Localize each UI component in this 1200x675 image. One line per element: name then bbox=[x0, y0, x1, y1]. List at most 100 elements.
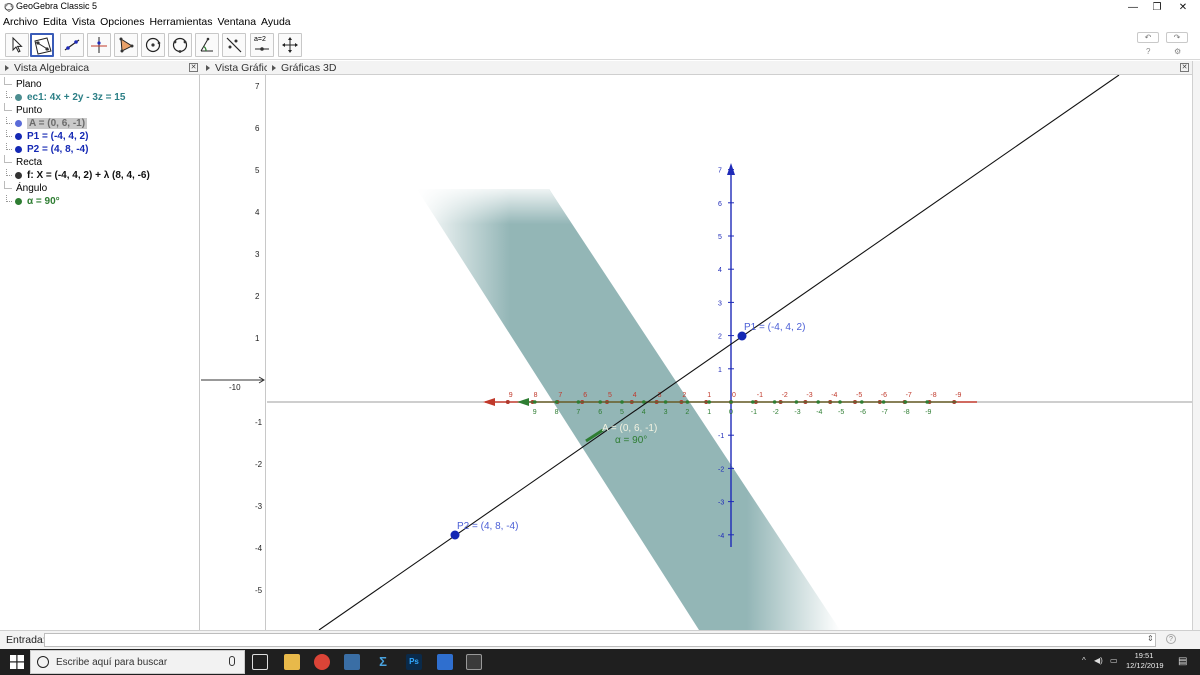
x-axis-tick-label: -5 bbox=[856, 392, 862, 399]
undo-icon[interactable]: ↶ bbox=[1137, 32, 1159, 43]
network-icon[interactable]: ▭ bbox=[1110, 656, 1118, 665]
windows-taskbar: Escribe aquí para buscar Σ Ps ^ ◀) ▭ 19:… bbox=[0, 649, 1200, 675]
category-recta[interactable]: Recta bbox=[4, 154, 42, 169]
y-axis-tick-dot bbox=[794, 400, 799, 404]
settings-gear-icon[interactable]: ⚙ bbox=[1174, 47, 1181, 56]
microphone-icon[interactable] bbox=[229, 656, 235, 666]
graphics-3d-header[interactable]: Gráficas 3D ✕ bbox=[267, 61, 1192, 75]
menu-herramientas[interactable]: Herramientas bbox=[149, 16, 212, 28]
y-axis-tick-dot bbox=[729, 400, 733, 404]
move-view-tool-button[interactable] bbox=[278, 33, 302, 57]
visibility-dot-icon[interactable] bbox=[15, 94, 22, 101]
volume-icon[interactable]: ◀) bbox=[1094, 656, 1103, 665]
close-view-icon[interactable]: ✕ bbox=[1180, 63, 1189, 72]
line-through-points-icon bbox=[64, 39, 80, 51]
algebra-item-angle[interactable]: α = 90° bbox=[6, 195, 60, 208]
input-history-icon[interactable]: ⇕ bbox=[1147, 634, 1154, 643]
z-axis-tick-label: 7 bbox=[718, 168, 722, 175]
perpendicular-line-icon bbox=[91, 37, 107, 53]
algebra-view-header[interactable]: Vista Algebraica ✕ bbox=[0, 61, 201, 75]
menu-ayuda[interactable]: Ayuda bbox=[261, 16, 291, 28]
angle-tool-button[interactable] bbox=[195, 33, 219, 57]
visibility-dot-icon[interactable] bbox=[15, 198, 22, 205]
menu-archivo[interactable]: Archivo bbox=[3, 16, 38, 28]
graphics-3d-title: Gráficas 3D bbox=[281, 61, 337, 74]
z-axis-tick-label: -1 bbox=[718, 433, 724, 440]
right-panel-strip[interactable] bbox=[1192, 61, 1200, 630]
close-window-icon[interactable]: ✕ bbox=[1166, 0, 1200, 14]
y-axis-tick-dot bbox=[598, 400, 602, 404]
menu-opciones[interactable]: Opciones bbox=[100, 16, 144, 28]
reflect-tool-button[interactable] bbox=[222, 33, 246, 57]
photoshop-icon[interactable]: Ps bbox=[406, 654, 422, 670]
y-axis-tick-label: -4 bbox=[816, 409, 822, 416]
y-axis-tick-label: 4 bbox=[255, 208, 260, 217]
graphics-3d-canvas[interactable]: 7 6 5 4 3 2 1 -1 -2 -3 -4 9 8 7 6 5 4 3 2 1 0 -1 -2 -3 -4 -5 -6 -7… bbox=[267, 75, 1192, 630]
redo-icon[interactable]: ↷ bbox=[1166, 32, 1188, 43]
geogebra-taskbar-icon[interactable] bbox=[466, 654, 482, 670]
clock-date: 12/12/2019 bbox=[1126, 661, 1164, 670]
algebra-item-point-p1[interactable]: P1 = (-4, 4, 2) bbox=[6, 130, 88, 143]
menu-edita[interactable]: Edita bbox=[43, 16, 67, 28]
visibility-dot-icon[interactable] bbox=[15, 133, 22, 140]
line-tool-button[interactable] bbox=[60, 33, 84, 57]
visibility-dot-icon[interactable] bbox=[15, 172, 22, 179]
point-p1-value: P1 = (-4, 4, 2) bbox=[27, 131, 89, 142]
file-explorer-icon[interactable] bbox=[284, 654, 300, 670]
y-axis-tick-label: 2 bbox=[685, 409, 689, 416]
algebra-item-plane[interactable]: ec1: 4x + 2y - 3z = 15 bbox=[6, 91, 125, 104]
cursor-arrow-icon bbox=[12, 36, 23, 53]
close-view-icon[interactable]: ✕ bbox=[189, 63, 198, 72]
app-sigma-icon[interactable]: Σ bbox=[375, 654, 391, 670]
polygon-tool-button[interactable] bbox=[114, 33, 138, 57]
point-p2-value: P2 = (4, 8, -4) bbox=[27, 144, 89, 155]
plane-tool-button[interactable] bbox=[30, 33, 54, 57]
help-icon[interactable]: ? bbox=[1146, 47, 1150, 56]
taskbar-clock[interactable]: 19:51 12/12/2019 bbox=[1126, 651, 1164, 671]
graphics-view-header[interactable]: Vista Gráfic bbox=[201, 61, 267, 75]
app-blue-icon[interactable] bbox=[437, 654, 453, 670]
y-axis-tick-label: 4 bbox=[642, 409, 646, 416]
visibility-dot-icon[interactable] bbox=[15, 120, 22, 127]
input-help-icon[interactable]: ? bbox=[1166, 634, 1176, 644]
graphics-2d-canvas[interactable]: 7 6 5 4 3 2 1 -1 -2 -3 -4 -5 -10 bbox=[201, 75, 266, 630]
circle-tool-button[interactable] bbox=[141, 33, 165, 57]
collapse-triangle-icon bbox=[206, 64, 210, 71]
y-axis-tick-label: -6 bbox=[860, 409, 866, 416]
y-axis-tick-dot bbox=[925, 400, 929, 404]
x-axis-tick-label: 6 bbox=[583, 392, 587, 399]
category-angulo[interactable]: Ángulo bbox=[4, 180, 47, 195]
algebra-item-point-a[interactable]: A = (0, 6, -1) bbox=[6, 117, 88, 130]
input-field[interactable] bbox=[44, 633, 1156, 647]
x-axis-tick-label: -1 bbox=[757, 392, 763, 399]
algebra-item-point-p2[interactable]: P2 = (4, 8, -4) bbox=[6, 143, 88, 156]
menu-vista[interactable]: Vista bbox=[72, 16, 95, 28]
task-view-icon[interactable] bbox=[252, 654, 268, 670]
collapse-triangle-icon bbox=[5, 64, 9, 71]
menu-ventana[interactable]: Ventana bbox=[218, 16, 257, 28]
chrome-icon[interactable] bbox=[314, 654, 330, 670]
graphics-3d-view[interactable]: 7 6 5 4 3 2 1 -1 -2 -3 -4 9 8 7 6 5 4 3 2 1 0 -1 -2 -3 -4 -5 -6 -7… bbox=[267, 75, 1192, 630]
move-tool-button[interactable] bbox=[5, 33, 29, 57]
category-plano[interactable]: Plano bbox=[4, 76, 42, 91]
category-punto[interactable]: Punto bbox=[4, 102, 42, 117]
perpendicular-tool-button[interactable] bbox=[87, 33, 111, 57]
x-axis-tick-label: 4 bbox=[633, 392, 637, 399]
y-axis-arrow-icon bbox=[517, 398, 529, 406]
x-axis-tick-dot bbox=[505, 400, 510, 404]
taskbar-search-placeholder: Escribe aquí para buscar bbox=[56, 657, 168, 668]
tray-chevron-icon[interactable]: ^ bbox=[1082, 656, 1086, 665]
slider-tool-button[interactable]: a=2 bbox=[250, 33, 274, 57]
windows-start-icon[interactable] bbox=[10, 655, 24, 669]
conic-tool-button[interactable] bbox=[168, 33, 192, 57]
line-f-value: f: X = (-4, 4, 2) + λ (8, 4, -6) bbox=[27, 170, 150, 181]
y-axis-tick-dot bbox=[816, 400, 820, 404]
taskbar-search[interactable]: Escribe aquí para buscar bbox=[30, 650, 245, 674]
notifications-icon[interactable]: ▤ bbox=[1178, 656, 1187, 667]
algebra-item-line-f[interactable]: f: X = (-4, 4, 2) + λ (8, 4, -6) bbox=[6, 169, 150, 182]
graphics-view[interactable]: 7 6 5 4 3 2 1 -1 -2 -3 -4 -5 -10 bbox=[201, 75, 266, 630]
y-axis-tick-label: -5 bbox=[255, 586, 263, 595]
visibility-dot-icon[interactable] bbox=[15, 146, 22, 153]
media-app-icon[interactable] bbox=[344, 654, 360, 670]
y-axis-tick-label: 7 bbox=[255, 82, 260, 91]
